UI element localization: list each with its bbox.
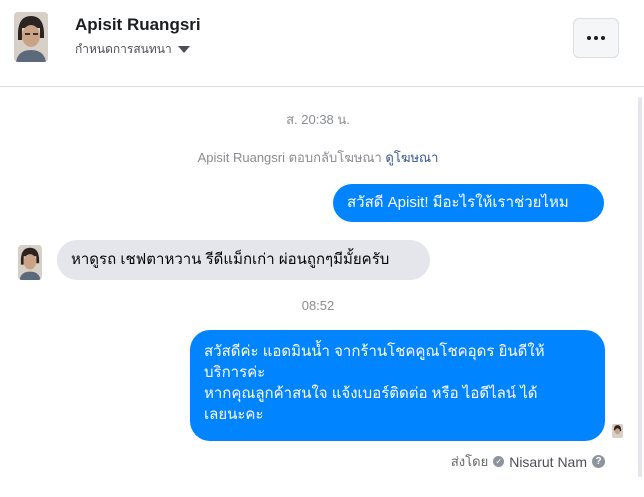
message-line: เลยนะคะ [204,406,264,423]
view-ad-link[interactable]: ดูโฆษณา [385,150,438,165]
conversation-header: Apisit Ruangsri กำหนดการสนทนา [0,0,644,86]
seen-receipt-avatar [612,424,623,438]
message-bubble-outgoing[interactable]: สวัสดีค่ะ แอดมินน้ำ จากร้านโชคคูณโชคอุดร… [190,330,605,441]
message-line: หากคุณลูกค้าสนใจ แจ้งเบอร์ติดต่อ หรือ ไอ… [204,385,538,402]
message-line: บริการค่ะ [204,364,266,381]
timestamp-divider: ส. 20:38 น. [286,112,350,127]
check-circle-icon: ✓ [493,456,505,467]
ad-reply-note: Apisit Ruangsri ตอบกลับโฆษณา ดูโฆษณา [0,147,636,168]
sent-by-info: ส่งโดย ✓ Nisarut Nam ? [451,451,605,472]
scrollbar-thumb[interactable] [638,97,642,477]
caret-down-icon [177,46,190,53]
message-bubble-outgoing[interactable]: สวัสดี Apisit! มีอะไรให้เราช่วยไหม [333,184,604,222]
question-circle-icon[interactable]: ? [592,455,605,468]
contact-avatar[interactable] [14,12,48,62]
sent-by-label: ส่งโดย [450,454,489,469]
timestamp-divider: 08:52 [301,298,335,313]
conversation-settings-dropdown[interactable]: กำหนดการสนทนา [75,40,190,59]
thread-scrollbar[interactable] [636,87,644,497]
more-horizontal-icon [587,36,591,40]
more-options-button[interactable] [573,18,619,58]
message-bubble-incoming[interactable]: หาดูรถ เชฟตาหวาน รีดีแม็กเก่า ผ่อนถูกๆมี… [57,240,430,280]
ad-reply-text: Apisit Ruangsri ตอบกลับโฆษณา [197,150,382,165]
header-divider [0,86,644,87]
contact-name[interactable]: Apisit Ruangsri [75,15,201,35]
conversation-settings-label: กำหนดการสนทนา [75,42,172,56]
sender-name[interactable]: Nisarut Nam [509,454,587,470]
contact-avatar-small [18,245,42,280]
message-line: สวัสดีค่ะ แอดมินน้ำ จากร้านโชคคูณโชคอุดร… [204,343,545,360]
